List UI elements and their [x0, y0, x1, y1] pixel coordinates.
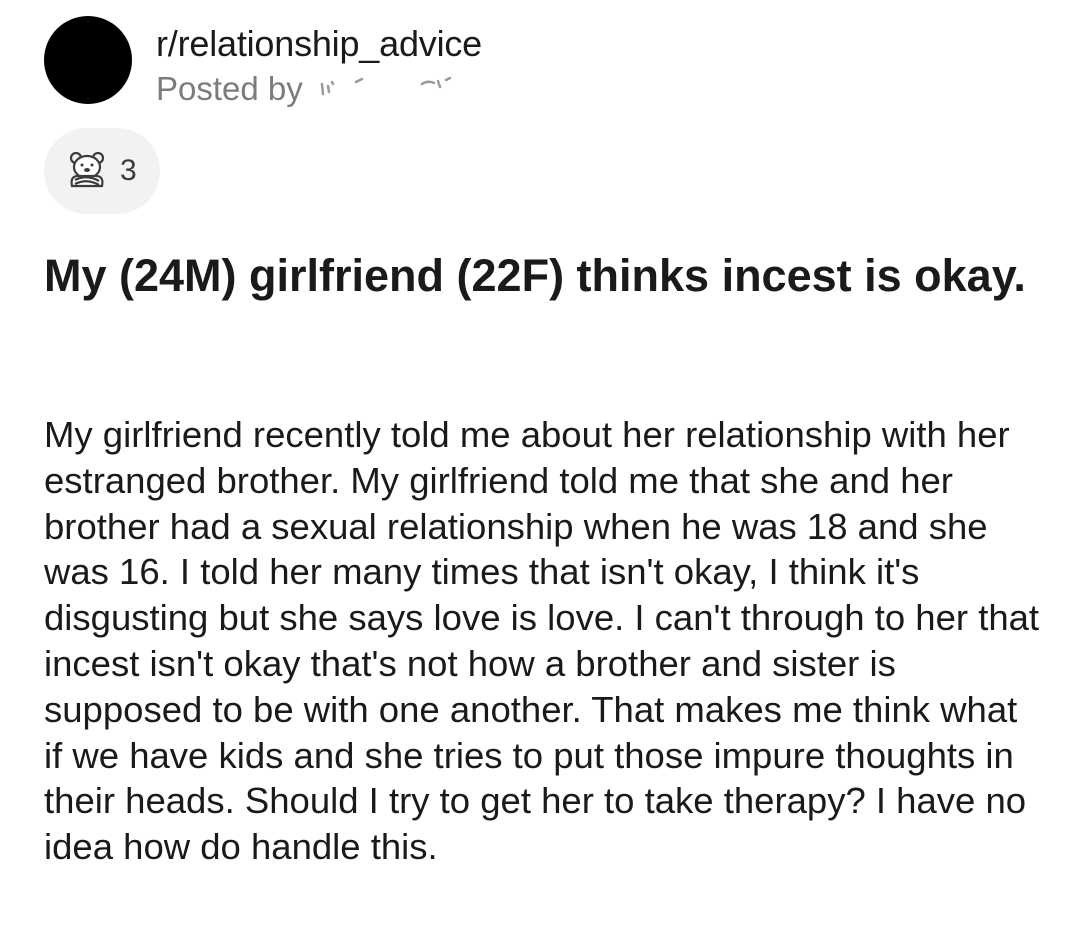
subreddit-avatar[interactable] [44, 16, 132, 104]
subreddit-name[interactable]: r/relationship_advice [156, 22, 482, 66]
posted-by-label: Posted by [156, 70, 303, 107]
username-redacted[interactable] [316, 76, 466, 106]
award-chip[interactable]: 3 [44, 128, 160, 214]
post-title[interactable]: My (24M) girlfriend (22F) thinks incest … [44, 248, 1044, 304]
posted-by-line: Posted by [156, 68, 466, 110]
award-count: 3 [120, 154, 137, 187]
post-body: My girlfriend recently told me about her… [44, 414, 1040, 868]
bear-award-icon [66, 150, 108, 192]
post-header: r/relationship_advice Posted by [44, 16, 1044, 108]
